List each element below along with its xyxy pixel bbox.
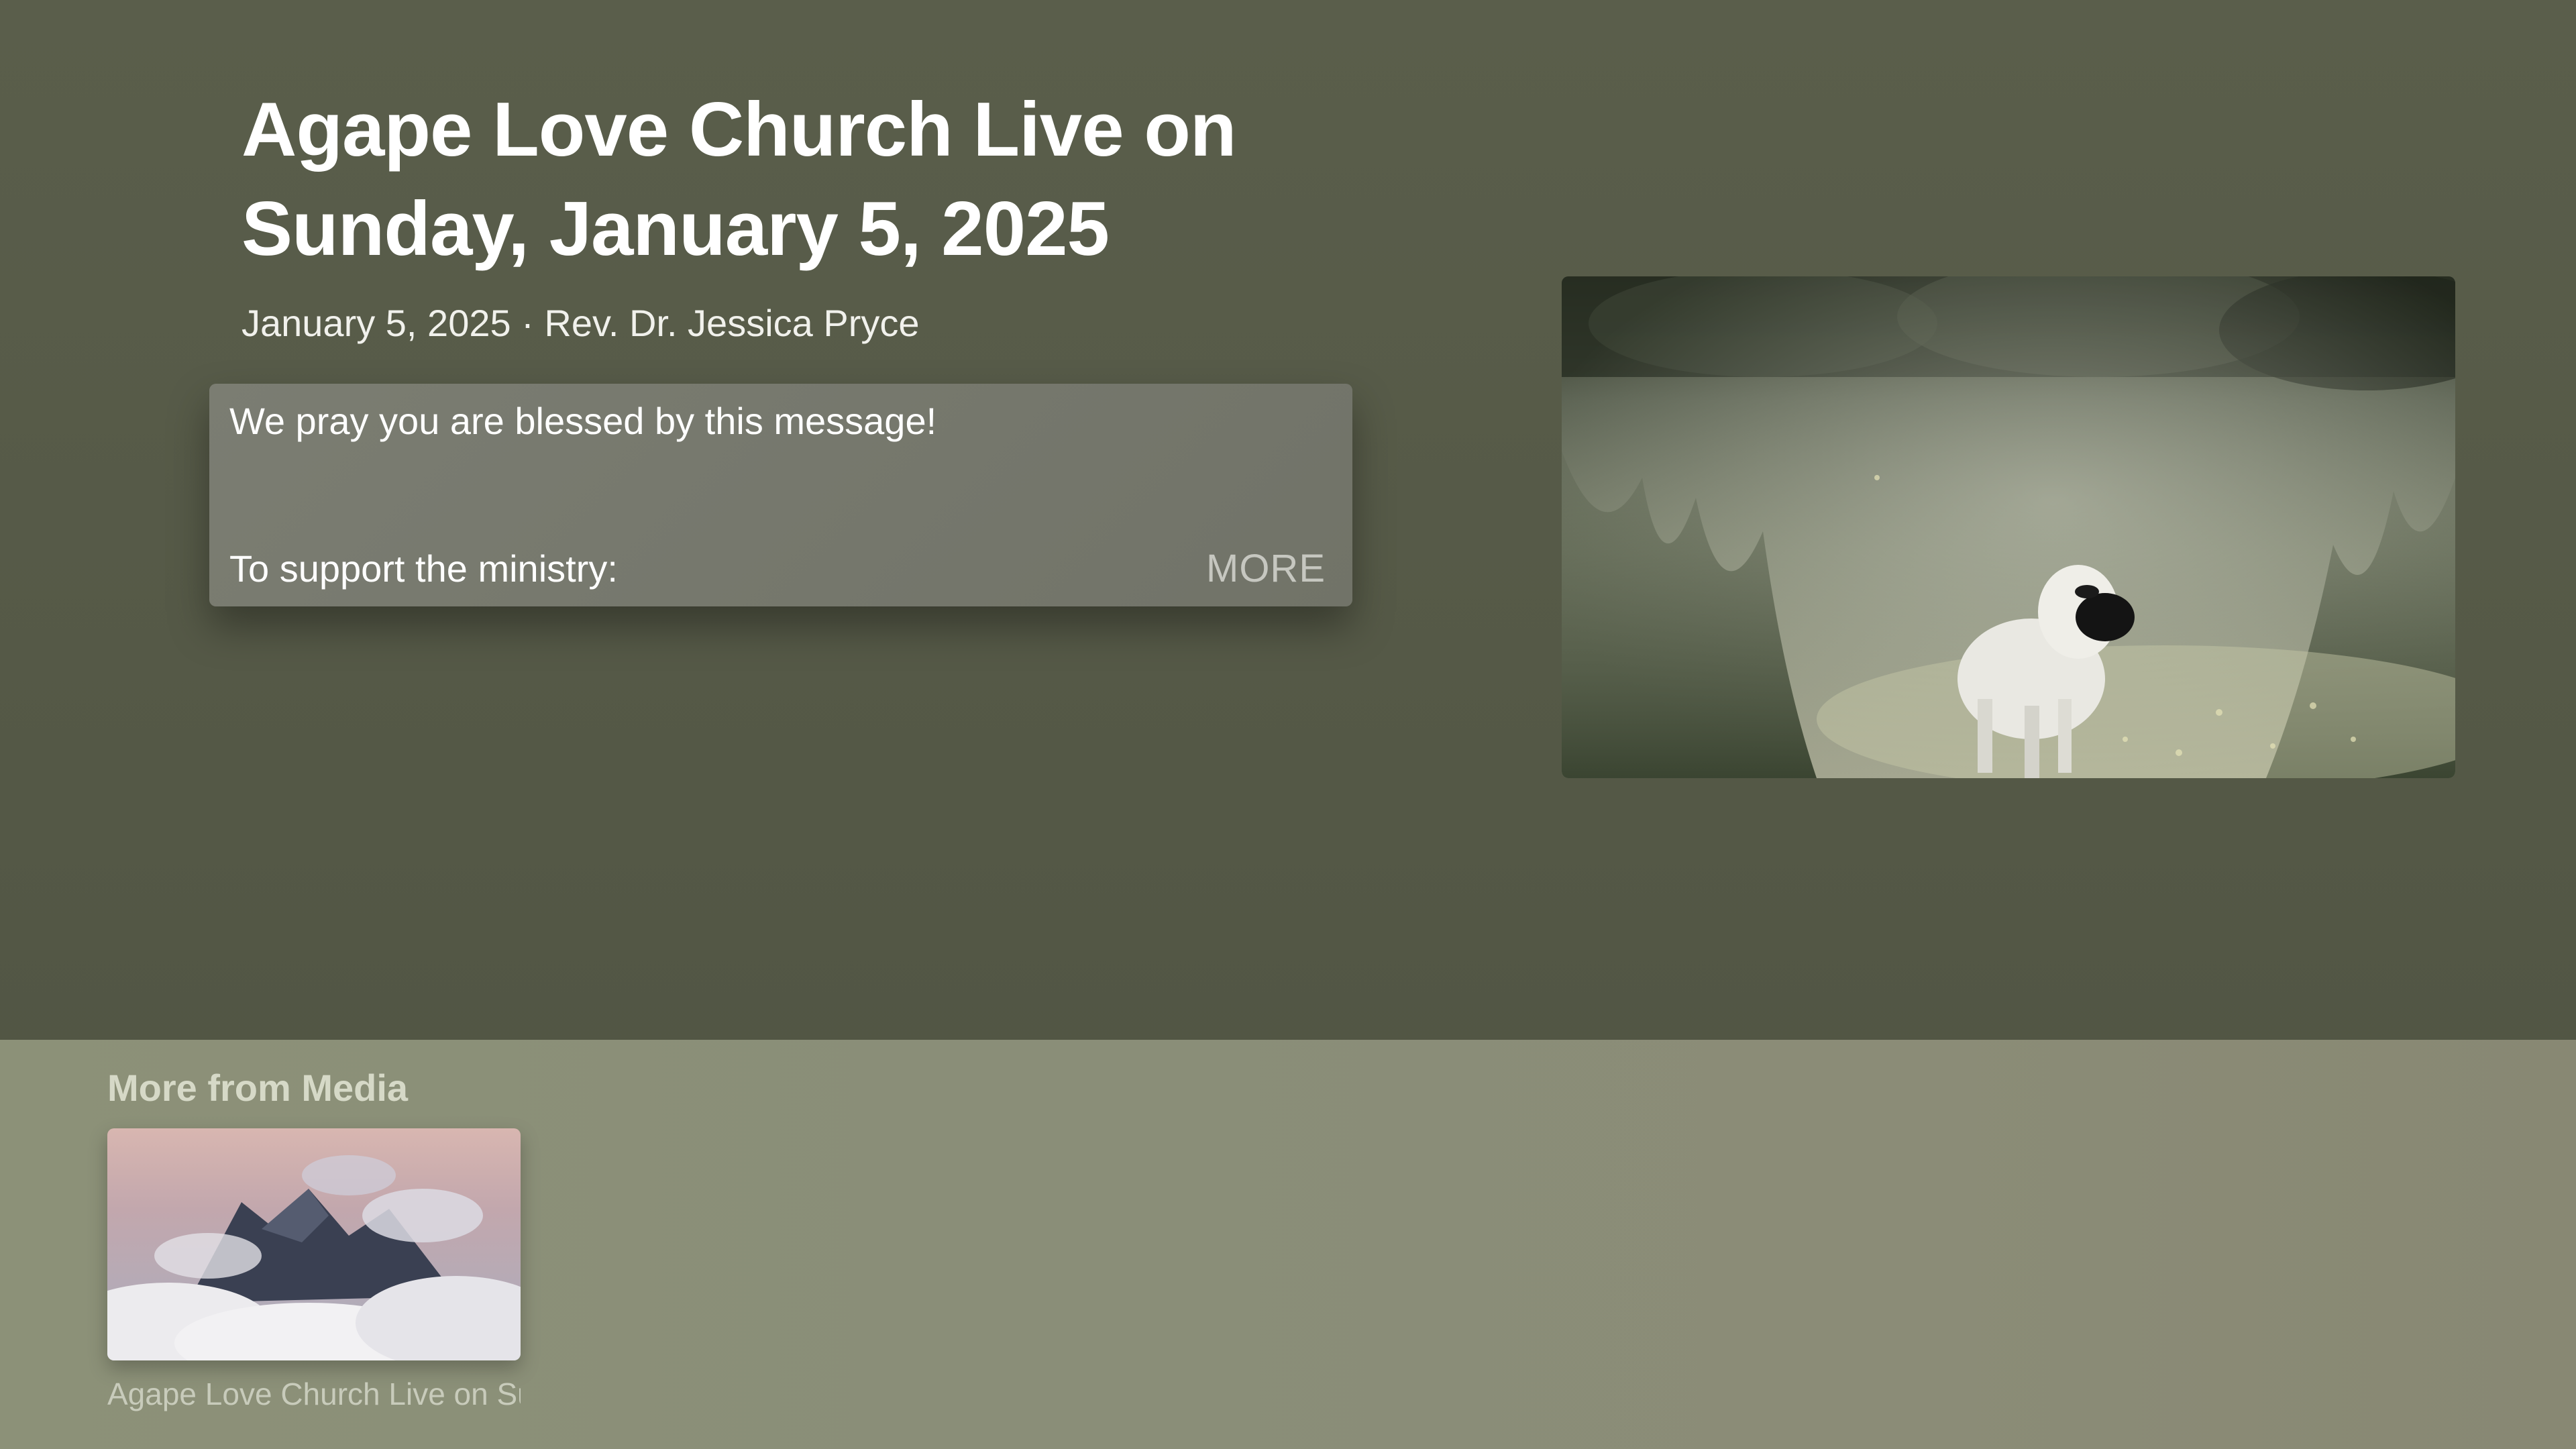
more-button[interactable]: MORE <box>1206 545 1326 593</box>
mountain-clouds-image <box>107 1128 521 1360</box>
description-card[interactable]: We pray you are blessed by this message!… <box>209 384 1352 606</box>
page-title: Agape Love Church Live on Sunday, Januar… <box>241 87 1237 272</box>
shelf-item-caption: Agape Love Church Live on Su <box>107 1377 521 1411</box>
episode-artwork <box>1562 276 2455 778</box>
lamb-in-meadow-image <box>1562 276 2455 778</box>
description-line: We pray you are blessed by this message! <box>229 400 937 442</box>
shelf-item[interactable]: Agape Love Church Live on Su <box>107 1128 521 1414</box>
description-line: To support the ministry: <box>229 547 618 590</box>
more-from-shelf: More from Media Agape Love Church Live o… <box>0 1040 2576 1449</box>
episode-meta: January 5, 2025 · Rev. Dr. Jessica Pryce <box>241 302 920 344</box>
shelf-title: More from Media <box>107 1067 409 1109</box>
shelf-item-thumbnail <box>107 1128 521 1360</box>
episode-detail: Agape Love Church Live on Sunday, Januar… <box>0 0 2576 1040</box>
